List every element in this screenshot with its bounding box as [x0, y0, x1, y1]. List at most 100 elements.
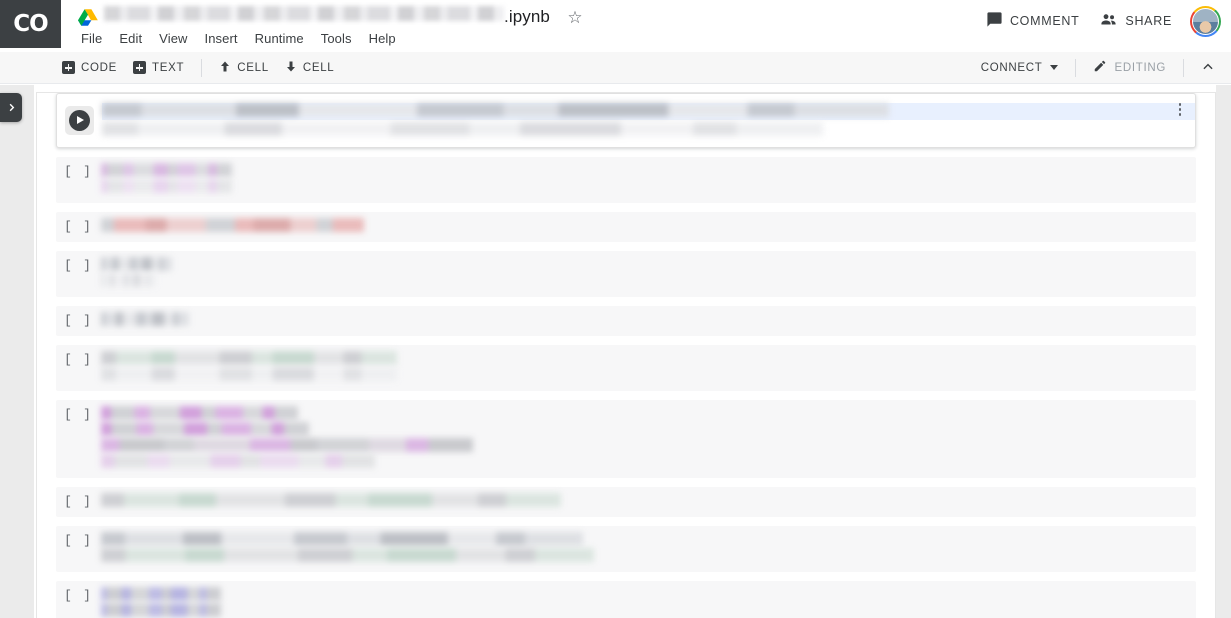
editing-mode-button[interactable]: EDITING	[1085, 55, 1174, 80]
execution-count: [ ]	[64, 313, 93, 328]
code-line-redacted	[101, 272, 156, 287]
notebook-filename-redacted	[104, 6, 504, 21]
code-line-redacted	[101, 421, 310, 436]
cell-code-area[interactable]	[101, 400, 1196, 478]
collapse-toolbar-button[interactable]	[1193, 57, 1223, 79]
share-label: SHARE	[1125, 14, 1172, 28]
code-line-redacted	[101, 586, 222, 601]
execution-count: [ ]	[64, 352, 93, 367]
chevron-right-icon	[9, 103, 14, 112]
colab-logo[interactable]: CO	[0, 0, 61, 48]
cell-code-area[interactable]	[101, 487, 1196, 517]
plus-box-icon	[133, 61, 147, 74]
execution-count: [ ]	[64, 533, 93, 548]
code-line-redacted	[101, 453, 375, 468]
code-line-redacted	[101, 162, 233, 177]
chevron-up-icon	[1203, 63, 1213, 69]
execution-count: [ ]	[64, 588, 93, 603]
code-line-redacted	[101, 217, 364, 232]
comment-icon	[986, 11, 1003, 31]
menu-help[interactable]: Help	[361, 29, 404, 48]
add-text-label: TEXT	[152, 61, 185, 74]
cell-code-area[interactable]	[101, 251, 1196, 297]
editing-label: EDITING	[1114, 61, 1166, 74]
code-line-redacted	[101, 531, 583, 546]
code-line-redacted	[102, 102, 889, 117]
move-cell-down-button[interactable]: CELL	[277, 57, 343, 78]
cell-list: [ ] [ ] [ ] [ ] [ ] [ ] [ ] [ ] [ ]	[37, 93, 1215, 618]
toolbar-left-group: CODE TEXT CELL CELL	[54, 57, 342, 78]
cell-code-area[interactable]	[101, 157, 1196, 203]
colab-app: CO .ipynb ☆ COMMENT SHARE File Edit View…	[0, 0, 1231, 618]
user-avatar[interactable]	[1190, 5, 1221, 37]
comment-button[interactable]: COMMENT	[976, 5, 1089, 37]
add-text-cell-button[interactable]: TEXT	[125, 58, 192, 77]
code-cell-10[interactable]: [ ]	[56, 580, 1196, 618]
menu-runtime[interactable]: Runtime	[247, 29, 312, 48]
execution-count: [ ]	[64, 164, 93, 179]
cell-code-area[interactable]	[102, 94, 1195, 147]
code-cell-8[interactable]: [ ]	[56, 486, 1196, 517]
code-cell-7[interactable]: [ ]	[56, 399, 1196, 478]
cell-code-area[interactable]	[101, 212, 1196, 242]
notebook-canvas: [ ] [ ] [ ] [ ] [ ] [ ] [ ] [ ] [ ]	[36, 92, 1216, 618]
comment-label: COMMENT	[1009, 14, 1080, 28]
move-cell-up-button[interactable]: CELL	[211, 57, 277, 78]
execution-count: [ ]	[64, 258, 93, 273]
people-icon	[1099, 11, 1118, 31]
cell-code-area[interactable]	[101, 526, 1196, 572]
code-line-redacted	[101, 311, 189, 326]
menu-edit[interactable]: Edit	[111, 29, 150, 48]
menu-file[interactable]: File	[73, 29, 110, 48]
notebook-toolbar: CODE TEXT CELL CELL CONNECT EDITING	[0, 52, 1231, 84]
code-cell-1[interactable]	[56, 93, 1196, 148]
code-line-redacted	[101, 256, 173, 271]
toolbar-divider	[201, 58, 203, 77]
pencil-icon	[1093, 59, 1107, 76]
toolbar-divider	[1183, 58, 1184, 77]
code-line-redacted	[101, 547, 594, 562]
cell-code-area[interactable]	[101, 581, 1196, 618]
play-icon[interactable]	[65, 105, 94, 135]
move-up-label: CELL	[237, 61, 269, 74]
arrow-up-icon	[219, 60, 231, 75]
google-drive-icon	[78, 8, 98, 26]
add-code-cell-button[interactable]: CODE	[54, 58, 125, 77]
execution-count: [ ]	[64, 407, 93, 422]
code-line-redacted	[101, 437, 474, 452]
notebook-title[interactable]: .ipynb	[104, 6, 550, 27]
arrow-down-icon	[285, 60, 297, 75]
share-button[interactable]: SHARE	[1089, 5, 1182, 37]
code-cell-2[interactable]: [ ]	[56, 156, 1196, 203]
connect-label: CONNECT	[980, 61, 1043, 74]
code-line-redacted	[101, 405, 299, 420]
chevron-down-icon	[1050, 65, 1059, 70]
cell-code-area[interactable]	[101, 345, 1196, 391]
execution-count: [ ]	[64, 494, 93, 509]
code-cell-6[interactable]: [ ]	[56, 344, 1196, 391]
menu-view[interactable]: View	[151, 29, 195, 48]
run-cell-button[interactable]	[57, 94, 102, 147]
menu-tools[interactable]: Tools	[313, 29, 360, 48]
plus-box-icon	[62, 61, 75, 74]
code-line-redacted	[101, 350, 397, 365]
star-icon[interactable]: ☆	[566, 8, 584, 26]
code-cell-4[interactable]: [ ]	[56, 250, 1196, 297]
cell-code-area[interactable]	[101, 306, 1196, 336]
connect-button[interactable]: CONNECT	[973, 58, 1067, 78]
menu-insert[interactable]: Insert	[197, 29, 246, 48]
code-line-redacted	[101, 366, 397, 381]
code-cell-3[interactable]: [ ]	[56, 211, 1196, 242]
active-code-line	[102, 102, 1195, 120]
code-line-redacted	[101, 492, 561, 507]
code-line-redacted	[102, 121, 824, 136]
left-sidebar-rail	[0, 85, 34, 618]
toolbar-right-group: CONNECT EDITING	[973, 55, 1223, 80]
expand-sidebar-button[interactable]	[0, 93, 22, 122]
more-vert-icon[interactable]	[1173, 103, 1187, 116]
code-cell-5[interactable]: [ ]	[56, 305, 1196, 336]
code-cell-9[interactable]: [ ]	[56, 525, 1196, 572]
play-triangle	[69, 109, 90, 131]
right-gutter	[1216, 85, 1231, 618]
move-down-label: CELL	[302, 61, 335, 74]
